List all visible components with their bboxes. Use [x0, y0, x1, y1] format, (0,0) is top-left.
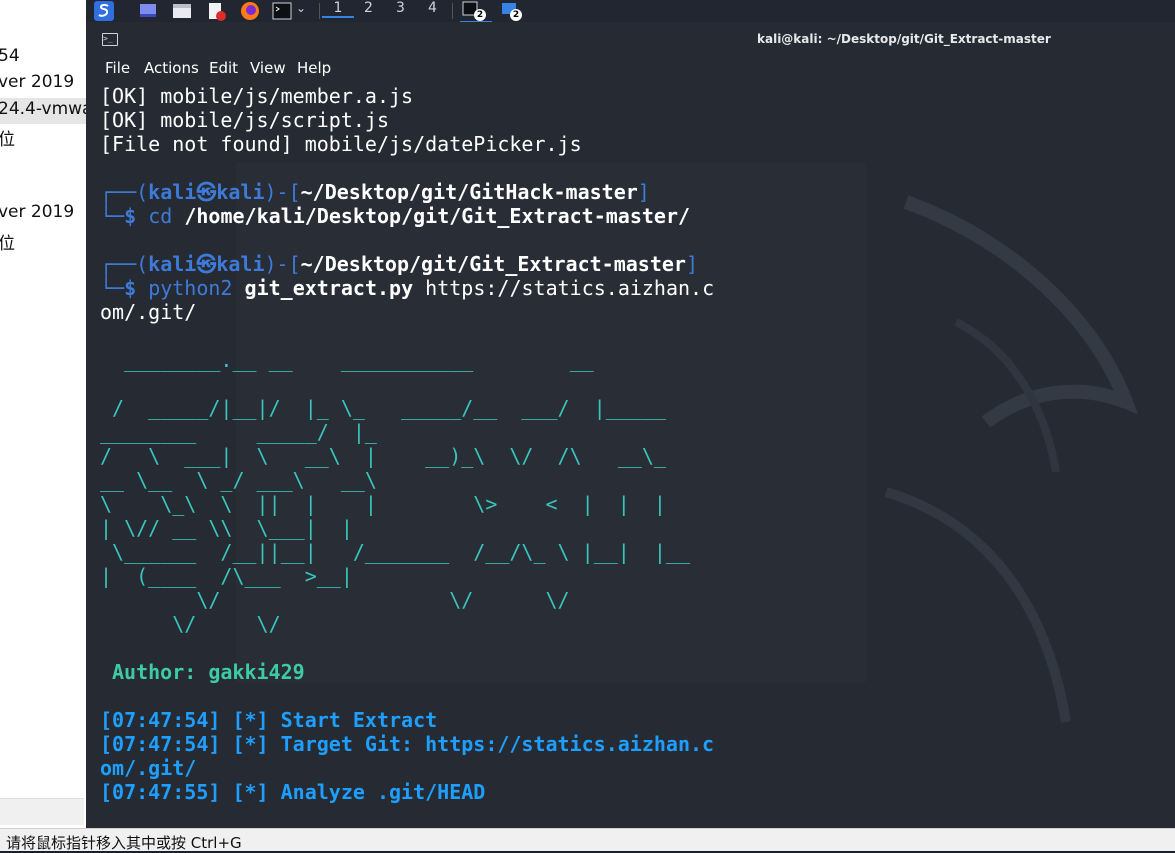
- terminal-window[interactable]: >_ kali@kali: ~/Desktop/git/Git_Extract-…: [86, 22, 1175, 828]
- terminal-launcher-icon[interactable]: [272, 1, 292, 21]
- host-horizontal-scrollbar[interactable]: [0, 798, 84, 825]
- menu-edit[interactable]: Edit: [209, 59, 238, 77]
- host-text-4: 位: [0, 125, 15, 150]
- workspace-2[interactable]: 2: [364, 0, 373, 16]
- ascii-art-line: | \// __ \\ \___| |: [100, 516, 353, 540]
- prompt-path: ~/Desktop/git/GitHack-master: [300, 180, 638, 204]
- host-text-1: 54: [0, 46, 20, 66]
- task-window-group[interactable]: 2: [500, 1, 522, 21]
- host-status-bar: 请将鼠标指针移入其中或按 Ctrl+G: [0, 828, 1175, 852]
- workspace-1[interactable]: 1: [322, 0, 354, 18]
- task-count-badge: 2: [510, 9, 522, 21]
- panel-separator: [452, 3, 453, 19]
- show-desktop-icon[interactable]: [138, 1, 158, 21]
- ascii-art-line: __ \__ \ _/ ___\ __\: [100, 468, 377, 492]
- kali-top-panel: ⌄ 1 2 3 4 2 2: [86, 0, 1175, 23]
- host-text-6: 位: [0, 229, 15, 254]
- prompt-line: ┌──(kali㉿kali)-[~/Desktop/git/GitHack-ma…: [100, 180, 650, 204]
- host-text-2: ver 2019: [0, 72, 75, 92]
- log-line: [07:47:54] [*] Start Extract: [100, 708, 438, 732]
- terminal-title-bar[interactable]: >_ kali@kali: ~/Desktop/git/Git_Extract-…: [86, 22, 1175, 58]
- prompt-path: ~/Desktop/git/Git_Extract-master: [300, 252, 686, 276]
- ascii-art-line: ________ _____/ |_: [100, 420, 377, 444]
- author-line: Author: gakki429: [112, 660, 305, 684]
- firefox-icon[interactable]: [240, 1, 260, 21]
- workspace-4[interactable]: 4: [428, 0, 437, 16]
- prompt-line: ┌──(kali㉿kali)-[~/Desktop/git/Git_Extrac…: [100, 252, 698, 276]
- menu-view[interactable]: View: [250, 59, 286, 77]
- command-arg: /home/kali/Desktop/git/Git_Extract-maste…: [184, 204, 691, 228]
- command-line: └─$ python2 git_extract.py https://stati…: [100, 276, 715, 300]
- task-count-badge: 2: [474, 9, 486, 21]
- output-line: [OK] mobile/js/script.js: [100, 108, 389, 132]
- text-editor-icon[interactable]: [206, 1, 226, 21]
- host-text-3[interactable]: 24.4-vmwa: [0, 99, 86, 119]
- output-line: [File not found] mobile/js/datePicker.js: [100, 132, 582, 156]
- task-terminal-group[interactable]: 2: [460, 1, 492, 23]
- command-arg: git_extract.py: [244, 276, 414, 300]
- kali-menu-icon[interactable]: [94, 1, 114, 21]
- workspace-3[interactable]: 3: [396, 0, 405, 16]
- terminal-menu-bar: File Actions Edit View Help: [86, 58, 1175, 80]
- ascii-art-line: / \ ___| \ __\ | __)_\ \/ /\ __\_: [100, 444, 666, 468]
- prompt-user: kali㉿kali: [148, 180, 265, 204]
- terminal-output[interactable]: [OK] mobile/js/member.a.js [OK] mobile/j…: [100, 82, 1160, 822]
- log-line: om/.git/: [100, 756, 197, 780]
- ascii-art-line: ________.__ __ ___________ __: [100, 348, 594, 372]
- ascii-art-line: \______ /__||__| /_______ /__/\_ \ |__| …: [100, 540, 691, 564]
- terminal-app-icon: >_: [102, 33, 118, 46]
- ascii-art-line: | (____ /\___ >__|: [100, 564, 353, 588]
- ascii-art-line: \/ \/: [100, 612, 281, 636]
- ascii-art-line: \ \_\ \ || | | \> < | | |: [100, 492, 666, 516]
- command-name: cd: [148, 204, 173, 228]
- ascii-art-line: \/ \/ \/: [100, 588, 570, 612]
- command-url: https://statics.aizhan.c: [425, 276, 715, 300]
- ascii-art-line: / _____/|__|/ |_ \_ _____/__ ___/ |_____: [100, 396, 666, 420]
- menu-actions[interactable]: Actions: [144, 59, 199, 77]
- menu-help[interactable]: Help: [297, 59, 331, 77]
- chevron-down-icon[interactable]: ⌄: [296, 1, 316, 21]
- host-text-5: ver 2019: [0, 202, 75, 222]
- window-title: kali@kali: ~/Desktop/git/Git_Extract-mas…: [757, 32, 1051, 46]
- command-url-wrap: om/.git/: [100, 300, 197, 324]
- panel-separator: [319, 3, 320, 19]
- prompt-user: kali㉿kali: [148, 252, 265, 276]
- host-side-panel: 54 ver 2019 24.4-vmwa 位 ver 2019 位: [0, 0, 88, 828]
- log-line: [07:47:55] [*] Analyze .git/HEAD: [100, 780, 486, 804]
- command-name: python2: [148, 276, 233, 300]
- output-line: [OK] mobile/js/member.a.js: [100, 84, 414, 108]
- menu-file[interactable]: File: [105, 59, 130, 77]
- command-line: └─$ cd /home/kali/Desktop/git/Git_Extrac…: [100, 204, 691, 228]
- log-line: [07:47:54] [*] Target Git: https://stati…: [100, 732, 715, 756]
- file-manager-icon[interactable]: [172, 1, 192, 21]
